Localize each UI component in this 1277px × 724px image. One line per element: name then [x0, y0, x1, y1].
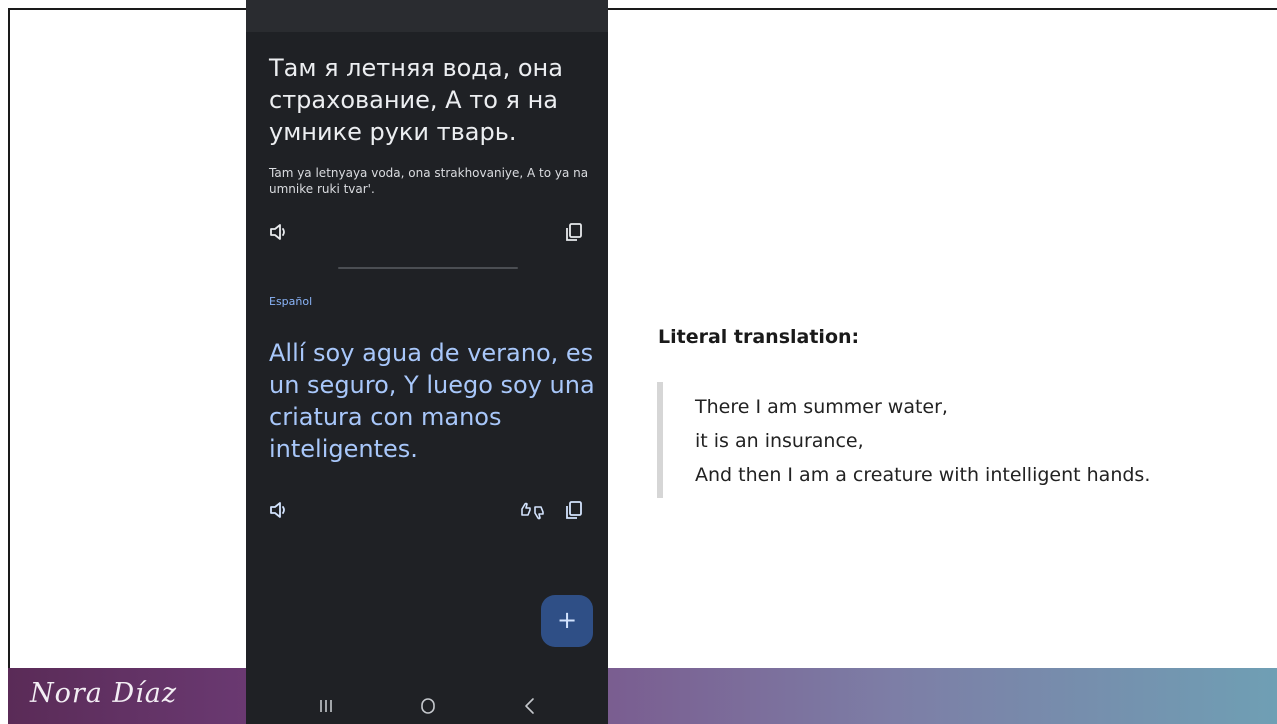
navigation-bar	[246, 688, 608, 724]
phone-screenshot: Там я летняя вода, она страхование, А то…	[246, 0, 608, 724]
status-bar	[246, 0, 608, 32]
section-divider	[338, 267, 518, 269]
slide-frame	[8, 8, 1277, 724]
copy-icon[interactable]	[563, 499, 585, 521]
target-language-label: Español	[269, 295, 313, 308]
footer-band	[8, 668, 1277, 724]
home-icon[interactable]	[416, 694, 440, 718]
literal-line: And then I am a creature with intelligen…	[695, 464, 1151, 486]
signature-logo: Nora Díaz	[30, 678, 178, 709]
target-text: Allí soy agua de verano, es un seguro, Y…	[269, 339, 595, 463]
speaker-icon[interactable]	[268, 499, 290, 521]
literal-translation-text: There I am summer water, it is an insura…	[695, 390, 1150, 492]
speaker-icon[interactable]	[268, 221, 290, 243]
source-text: Там я летняя вода, она страхование, А то…	[269, 54, 563, 146]
literal-line: it is an insurance,	[695, 430, 864, 452]
back-icon[interactable]	[518, 694, 542, 718]
quote-bar	[657, 382, 663, 498]
recent-apps-icon[interactable]	[314, 694, 338, 718]
literal-line: There I am summer water,	[695, 396, 948, 418]
thumbs-up-down-icon[interactable]	[519, 499, 547, 521]
source-transliteration: Tam ya letnyaya voda, ona strakhovaniye,…	[269, 166, 589, 196]
copy-icon[interactable]	[563, 221, 585, 243]
add-button[interactable]: +	[541, 595, 593, 647]
literal-translation-heading: Literal translation:	[658, 326, 860, 348]
